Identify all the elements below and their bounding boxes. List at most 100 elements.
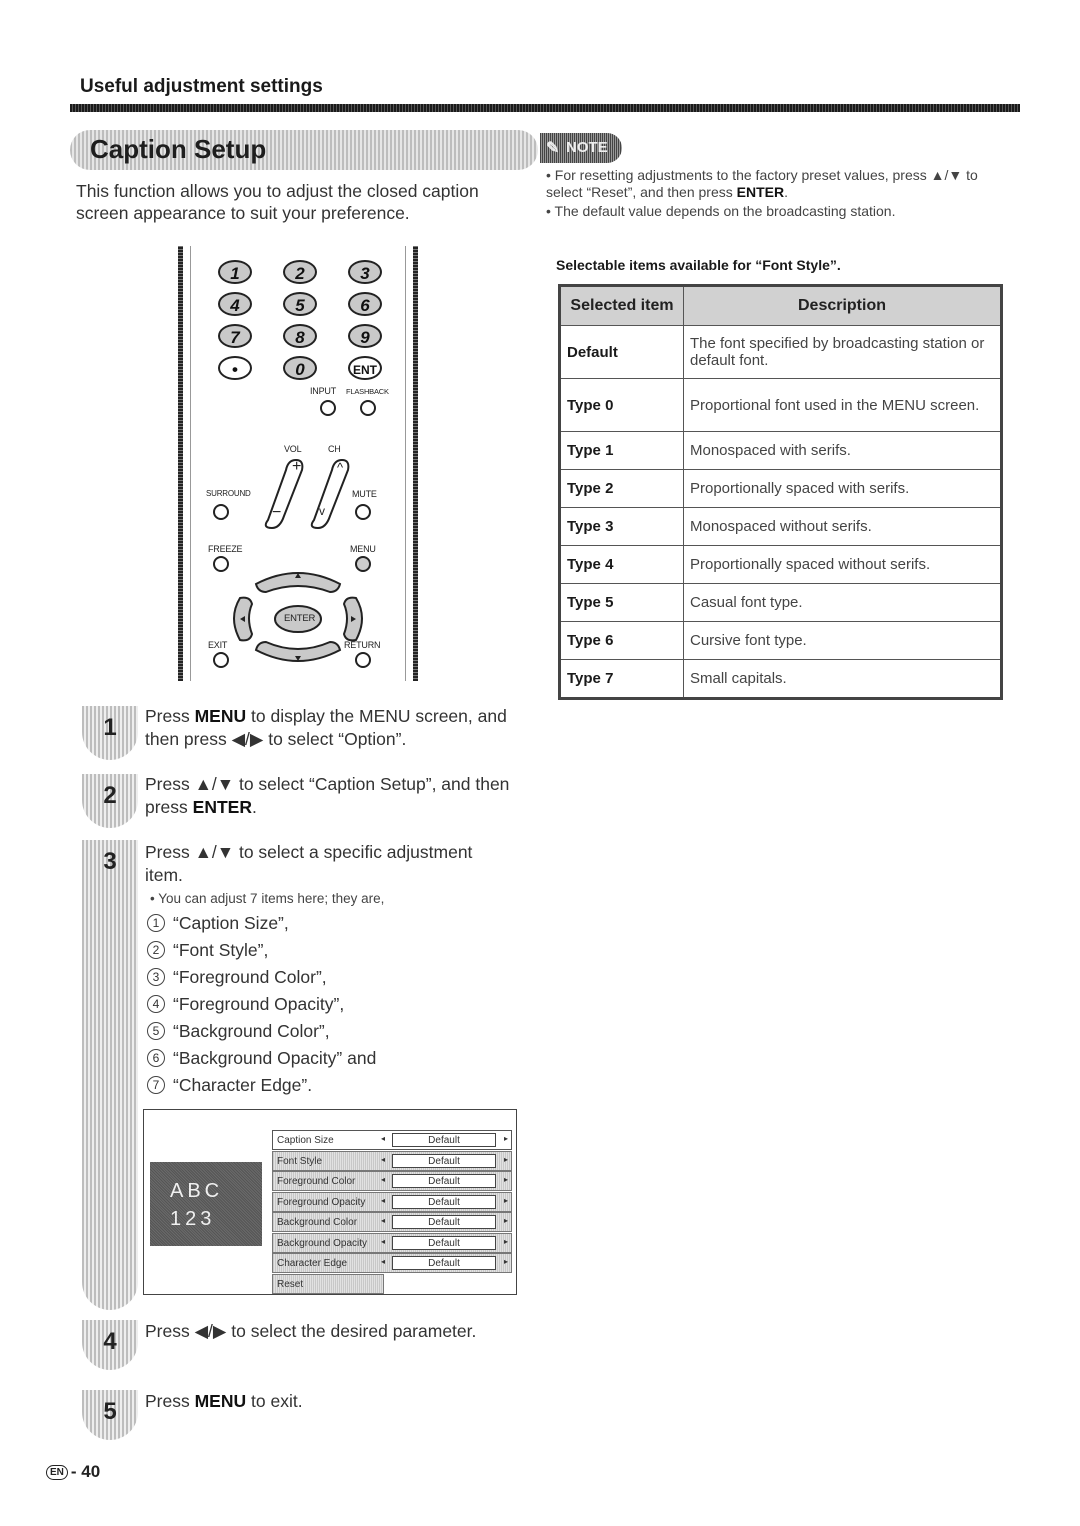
step-number: 5 — [103, 1398, 117, 1425]
menu-row-foreground-opacity[interactable]: Foreground Opacity ◂ Default ▸ — [272, 1191, 512, 1212]
right-arrow-icon: ▸ — [503, 1175, 508, 1184]
menu-row-value: Default — [392, 1256, 496, 1270]
cell-description: Casual font type. — [683, 583, 1002, 622]
step-number: 1 — [103, 714, 117, 741]
cell-description: Small capitals. — [683, 659, 1002, 699]
caption-setup-menu-screen: ABC 123 Caption Size ◂ Default ▸ Font St… — [143, 1109, 517, 1295]
header-selected-item: Selected item — [559, 285, 684, 326]
remote-label-mute: MUTE — [352, 489, 377, 499]
item-label: “Character Edge”. — [173, 1075, 313, 1095]
table-row: Type 4 Proportionally spaced without seri… — [559, 545, 1002, 584]
remote-label-return: RETURN — [344, 640, 381, 650]
section-title: Useful adjustment settings — [80, 76, 323, 97]
remote-label-flashback: FLASHBACK — [346, 387, 389, 396]
item-number: 2 — [147, 941, 165, 959]
adjust-item: 1 “Caption Size”, — [147, 913, 289, 934]
note-text: . — [784, 184, 788, 200]
ch-up-icon: ^ — [337, 460, 343, 475]
menu-row-value: Default — [392, 1153, 496, 1168]
left-arrow-icon: ◂ — [381, 1216, 386, 1225]
menu-row-background-color[interactable]: Background Color ◂ Default ▸ — [272, 1212, 512, 1232]
menu-row-caption-size[interactable]: Caption Size ◂ Default ▸ — [272, 1130, 512, 1150]
table-header-row: Selected item Description — [559, 285, 1002, 326]
remote-return-button — [355, 652, 371, 668]
menu-row-label: Background Color — [277, 1217, 358, 1228]
remote-inner-line — [405, 246, 406, 681]
table-row: Type 6 Cursive font type. — [559, 621, 1002, 660]
remote-button-6: 6 — [348, 292, 382, 316]
page-number: EN - 40 — [46, 1462, 100, 1482]
menu-row-foreground-color[interactable]: Foreground Color ◂ Default ▸ — [272, 1171, 512, 1191]
menu-row-character-edge[interactable]: Character Edge ◂ Default ▸ — [272, 1253, 512, 1273]
menu-row-label: Background Opacity — [277, 1237, 368, 1249]
item-number: 6 — [147, 1049, 165, 1067]
step-1-text: Press MENU to display the MENU screen, a… — [145, 705, 525, 751]
preview-line-2: 123 — [170, 1208, 216, 1230]
cell-item: Type 0 — [559, 378, 684, 432]
menu-row-background-opacity[interactable]: Background Opacity ◂ Default ▸ — [272, 1232, 512, 1253]
item-label: “Caption Size”, — [173, 913, 289, 933]
menu-reset-button[interactable]: Reset — [272, 1273, 384, 1294]
item-label: “Background Opacity” and — [173, 1048, 377, 1068]
left-arrow-icon: ◂ — [381, 1134, 386, 1143]
page-number-text: - 40 — [70, 1462, 101, 1481]
table-row: Type 2 Proportionally spaced with serifs. — [559, 469, 1002, 508]
item-label: “Font Style”, — [173, 940, 269, 960]
ch-down-icon: v — [319, 504, 325, 518]
item-label: “Background Color”, — [173, 1021, 330, 1041]
remote-button-5: 5 — [283, 292, 317, 316]
right-arrow-icon: ▸ — [503, 1236, 508, 1246]
caption-preview: ABC 123 — [150, 1162, 262, 1246]
note-bullet: • For resetting adjustments to the facto… — [546, 167, 978, 200]
remote-exit-button — [213, 652, 229, 668]
note-text: The default value depends on the broadca… — [554, 203, 896, 219]
cell-item: Type 4 — [559, 545, 684, 584]
cell-description: Monospaced without serifs. — [683, 507, 1002, 546]
menu-row-font-style[interactable]: Font Style ◂ Default ▸ — [272, 1150, 512, 1171]
step-text-part: Press — [145, 1391, 195, 1411]
table-row: Default The font specified by broadcastin… — [559, 325, 1002, 379]
font-table-title: Selectable items available for “Font Sty… — [556, 257, 841, 273]
menu-row-value: Default — [392, 1235, 496, 1250]
adjust-item: 4 “Foreground Opacity”, — [147, 994, 344, 1015]
remote-mute-button — [355, 504, 371, 520]
step-badge-1: 1 — [82, 706, 138, 760]
cell-description: Monospaced with serifs. — [683, 431, 1002, 470]
step-text-part: Press — [145, 706, 195, 726]
vol-plus-icon: + — [292, 458, 302, 475]
cell-item: Type 3 — [559, 507, 684, 546]
step-number: 2 — [103, 782, 117, 809]
remote-label-enter: ENTER — [284, 613, 316, 624]
menu-row-label: Character Edge — [277, 1258, 348, 1269]
item-label: “Foreground Opacity”, — [173, 994, 345, 1014]
preview-line-1: ABC — [170, 1180, 224, 1202]
step-keyword: MENU — [194, 706, 247, 726]
cell-description: Proportionally spaced with serifs. — [683, 469, 1002, 508]
right-arrow-icon: ▸ — [503, 1195, 508, 1205]
menu-rows: Caption Size ◂ Default ▸ Font Style ◂ De… — [272, 1130, 512, 1294]
menu-row-label: Foreground Opacity — [277, 1196, 366, 1208]
remote-inner-line — [190, 246, 191, 681]
right-arrow-icon: ▸ — [503, 1216, 508, 1225]
menu-row-value: Default — [392, 1215, 496, 1229]
item-number: 7 — [147, 1076, 165, 1094]
step-badge-4: 4 — [82, 1320, 138, 1370]
cell-description: The font specified by broadcasting stati… — [683, 325, 1002, 379]
table-row: Type 7 Small capitals. — [559, 659, 1002, 699]
adjust-item: 7 “Character Edge”. — [147, 1075, 312, 1096]
note-keyword: ENTER — [736, 184, 785, 200]
remote-button-dot: • — [218, 356, 252, 380]
cell-item: Type 6 — [559, 621, 684, 660]
step-2-text: Press ▲/▼ to select “Caption Setup”, and… — [145, 773, 525, 819]
font-style-table: Selected item Description Default The fon… — [558, 284, 1003, 700]
left-arrow-icon: ◂ — [381, 1175, 386, 1184]
left-arrow-icon: ◂ — [381, 1195, 386, 1205]
step-keyword: ENTER — [192, 797, 252, 817]
intro-text: This function allows you to adjust the c… — [76, 181, 479, 223]
bullet-text: You can adjust 7 items here; they are, — [158, 891, 385, 906]
note-badge-label: NOTE — [566, 139, 608, 156]
remote-input-button — [320, 400, 336, 416]
remote-button-7: 7 — [218, 324, 252, 348]
remote-button-1: 1 — [218, 260, 252, 284]
remote-illustration: 1 2 3 4 5 6 7 8 9 • 0 ENT INPUT FLASHBAC… — [178, 246, 418, 681]
